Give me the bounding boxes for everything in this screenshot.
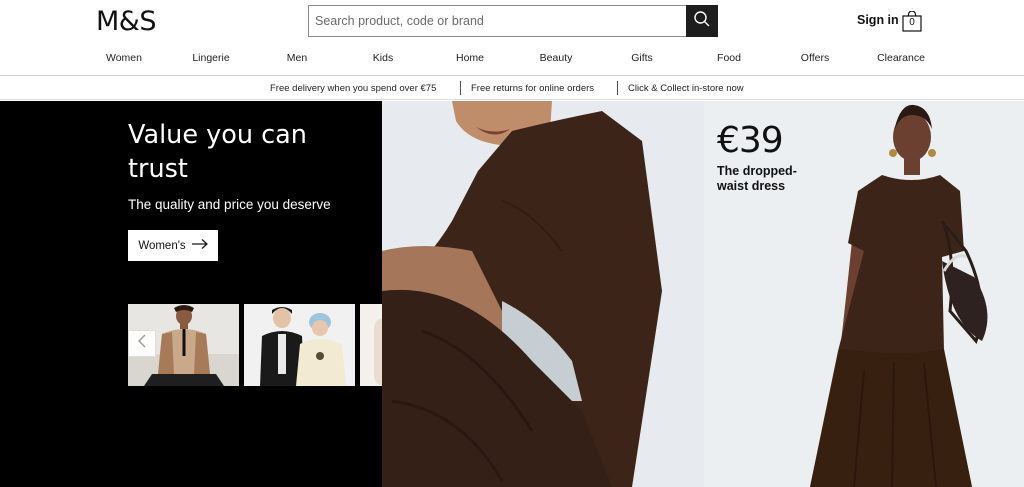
main-nav: Women Lingerie Men Kids Home Beauty Gift… xyxy=(0,52,1024,70)
carousel-card-kids[interactable] xyxy=(244,304,355,386)
search-button[interactable] xyxy=(686,5,718,37)
chevron-left-icon xyxy=(137,334,147,353)
sign-in-link[interactable]: Sign in xyxy=(857,13,899,27)
hero-subtitle: The quality and price you deserve xyxy=(128,197,331,212)
nav-home[interactable]: Home xyxy=(456,52,484,64)
promo-price: €39 xyxy=(717,120,784,161)
nav-gifts[interactable]: Gifts xyxy=(631,52,653,64)
cta-label: Women's xyxy=(138,239,186,252)
promo-product-name: The dropped-waist dress xyxy=(717,164,797,193)
nav-food[interactable]: Food xyxy=(717,52,741,64)
shopping-bag-button[interactable]: 0 xyxy=(902,11,922,32)
nav-beauty[interactable]: Beauty xyxy=(540,52,573,64)
hero-photo-seated xyxy=(382,101,704,487)
search-bar xyxy=(308,5,718,37)
hero-image-seated-model[interactable] xyxy=(382,101,704,487)
promo-strip: Free delivery when you spend over €75 Fr… xyxy=(0,77,1024,100)
promo-divider xyxy=(460,81,461,95)
hero-title: Value you can trust xyxy=(128,120,307,184)
carousel-prev-button[interactable] xyxy=(128,330,156,357)
search-icon xyxy=(693,10,711,33)
nav-offers[interactable]: Offers xyxy=(801,52,829,64)
search-input[interactable] xyxy=(308,5,686,37)
promo-free-delivery[interactable]: Free delivery when you spend over €75 xyxy=(270,83,436,94)
nav-men[interactable]: Men xyxy=(287,52,307,64)
site-header: M&S Sign in 0 Women Lingerie Men Kids Ho… xyxy=(0,0,1024,76)
nav-lingerie[interactable]: Lingerie xyxy=(192,52,229,64)
nav-kids[interactable]: Kids xyxy=(373,52,393,64)
womens-cta-button[interactable]: Women's xyxy=(128,230,218,261)
promo-free-returns[interactable]: Free returns for online orders xyxy=(471,83,594,94)
nav-clearance[interactable]: Clearance xyxy=(877,52,925,64)
arrow-right-icon xyxy=(191,239,208,252)
promo-click-collect[interactable]: Click & Collect in-store now xyxy=(628,83,744,94)
promo-divider xyxy=(617,81,618,95)
bag-count: 0 xyxy=(909,17,915,28)
brand-logo[interactable]: M&S xyxy=(96,6,157,37)
nav-women[interactable]: Women xyxy=(106,52,142,64)
thumbnail-image xyxy=(244,304,355,386)
